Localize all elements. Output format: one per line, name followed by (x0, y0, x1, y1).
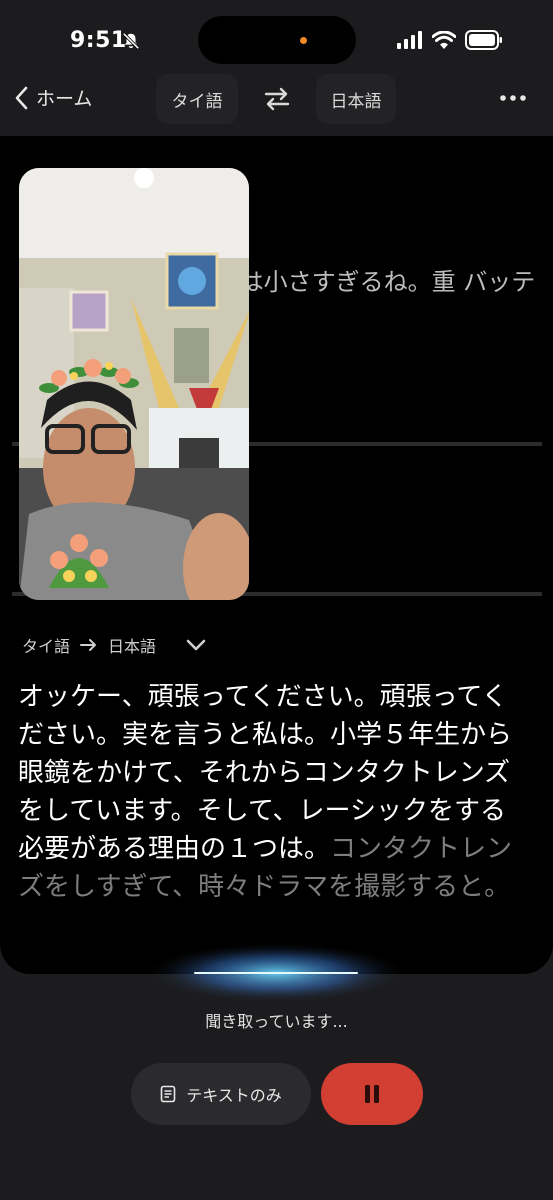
from-language-label: タイ語 (22, 637, 71, 656)
status-bar: 9:51 (0, 0, 553, 80)
more-options-icon[interactable] (498, 86, 528, 110)
to-language-label: 日本語 (108, 637, 157, 656)
text-only-label: テキストのみ (186, 1086, 282, 1105)
chevron-left-icon (15, 86, 28, 109)
silent-bell-icon (122, 32, 140, 50)
translation-card: ら。彼を入れに来て は小さすぎるね。重 バッテリーを入れ せん。 (0, 136, 553, 974)
target-language-button[interactable]: 日本語 (316, 74, 396, 124)
pause-icon (365, 1085, 379, 1103)
listening-status: 聞き取っています... (205, 1012, 348, 1031)
top-nav: ホーム タイ語 日本語 (0, 70, 553, 126)
wifi-icon (432, 31, 456, 49)
swap-languages-icon[interactable] (262, 86, 292, 112)
document-icon (160, 1085, 176, 1103)
language-direction-selector[interactable]: タイ語 日本語 (22, 633, 206, 657)
live-translation-text: オッケー、頑張ってください。頑張ってください。実を言うと私は。小学５年生から眼鏡… (18, 678, 528, 906)
listening-wave-glow (148, 943, 404, 1003)
source-language-button[interactable]: タイ語 (156, 74, 238, 124)
mic-indicator-dot (300, 37, 307, 44)
camera-feed-image (19, 168, 249, 600)
status-indicators (397, 30, 503, 50)
chevron-down-icon[interactable] (186, 638, 206, 652)
signal-icon (397, 31, 422, 49)
text-only-button[interactable]: テキストのみ (131, 1063, 311, 1125)
back-button[interactable]: ホーム (14, 84, 92, 111)
arrow-right-icon (80, 639, 97, 651)
pause-button[interactable] (321, 1063, 423, 1125)
dynamic-island (198, 16, 356, 64)
status-time: 9:51 (70, 28, 127, 53)
battery-icon (465, 30, 502, 50)
source-language-label: タイ語 (171, 91, 223, 112)
target-language-label: 日本語 (330, 91, 382, 112)
camera-preview[interactable] (19, 168, 249, 600)
back-label: ホーム (36, 88, 93, 110)
